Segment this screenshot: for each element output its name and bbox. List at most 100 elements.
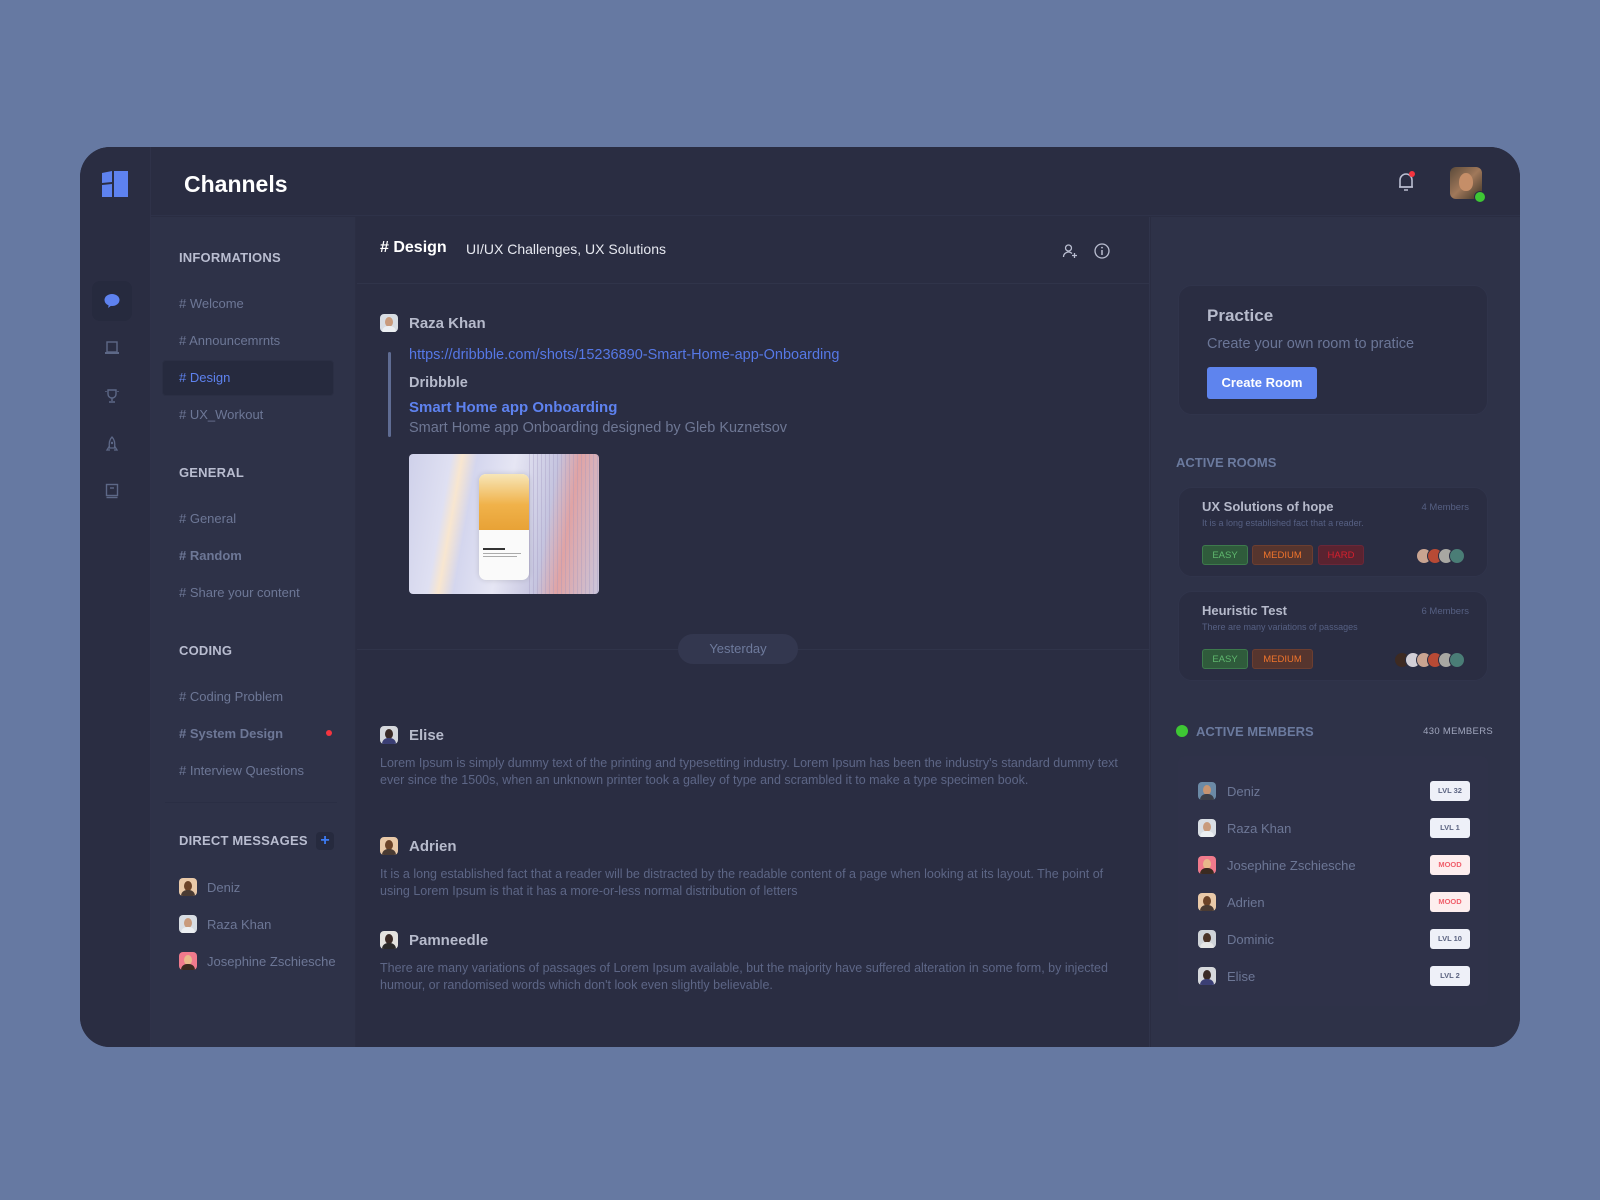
message-author: Pamneedle	[380, 931, 488, 949]
channel-list: INFORMATIONS # Welcome # Announcemrnts #…	[151, 217, 356, 1047]
channel-interview-questions[interactable]: # Interview Questions	[179, 763, 304, 778]
trophy-icon	[105, 389, 119, 403]
room-description: It is a long established fact that a rea…	[1202, 518, 1364, 528]
channel-share-your-content[interactable]: # Share your content	[179, 585, 300, 600]
message-link[interactable]: https://dribbble.com/shots/15236890-Smar…	[409, 347, 839, 363]
author-name: Adrien	[409, 837, 457, 855]
user-avatar[interactable]	[1450, 167, 1486, 203]
tag-hard: HARD	[1318, 545, 1364, 565]
channel-welcome[interactable]: # Welcome	[179, 296, 244, 311]
tag-medium: MEDIUM	[1252, 649, 1313, 669]
notifications-button[interactable]	[1396, 171, 1416, 193]
room-member-count: 4 Members	[1421, 502, 1469, 513]
channel-design[interactable]: # Design	[179, 370, 230, 385]
section-title-informations: INFORMATIONS	[179, 250, 281, 265]
active-members-list: Deniz LVL 32 Raza Khan LVL 1 Josephine Z…	[1178, 756, 1488, 1006]
channel-coding-problem[interactable]: # Coding Problem	[179, 689, 283, 704]
channel-name: # Design	[380, 239, 447, 256]
member-mood-badge: MOOD	[1430, 892, 1470, 912]
room-card[interactable]: Heuristic Test There are many variations…	[1178, 591, 1488, 681]
add-direct-message-button[interactable]: +	[316, 832, 334, 850]
message-author: Adrien	[380, 837, 457, 855]
member-row[interactable]: Elise LVL 2	[1198, 966, 1470, 986]
dm-josephine-zschiesche[interactable]: Josephine Zschiesche	[179, 952, 336, 970]
avatar-face	[1459, 173, 1473, 191]
embed-site-name: Dribbble	[409, 375, 468, 391]
chat-panel: # Design UI/UX Challenges, UX Solutions …	[357, 217, 1150, 1047]
channel-info-button[interactable]	[1094, 243, 1110, 259]
author-name: Pamneedle	[409, 931, 489, 949]
online-status-indicator	[1474, 191, 1486, 203]
avatar	[380, 931, 398, 949]
create-room-button[interactable]: Create Room	[1207, 367, 1317, 399]
member-row[interactable]: Dominic LVL 10	[1198, 929, 1470, 949]
rail-chat-button[interactable]	[92, 281, 132, 321]
divider	[165, 802, 337, 803]
add-member-button[interactable]	[1062, 243, 1078, 259]
info-icon	[1094, 243, 1110, 259]
member-avatar	[1449, 652, 1465, 668]
rail-laptop-button[interactable]	[92, 328, 132, 368]
image-stripes	[529, 454, 599, 594]
image-phone-mockup	[479, 474, 529, 580]
right-panel: Practice Create your own room to pratice…	[1151, 217, 1520, 1047]
member-name: Deniz	[1227, 783, 1261, 799]
member-row[interactable]: Deniz LVL 32	[1198, 781, 1470, 801]
active-members-title: ACTIVE MEMBERS	[1196, 724, 1314, 739]
avatar	[179, 952, 197, 970]
channel-header: # Design UI/UX Challenges, UX Solutions	[357, 217, 1149, 284]
channel-ux-workout[interactable]: # UX_Workout	[179, 407, 263, 422]
chat-bubble-icon	[104, 294, 120, 308]
dm-name: Raza Khan	[207, 916, 272, 932]
avatar	[1198, 930, 1216, 948]
author-name: Raza Khan	[409, 314, 486, 332]
member-row[interactable]: Josephine Zschiesche MOOD	[1198, 855, 1470, 875]
channel-announcements[interactable]: # Announcemrnts	[179, 333, 280, 348]
page-title: Channels	[184, 171, 288, 197]
embed-title-link[interactable]: Smart Home app Onboarding	[409, 399, 617, 416]
dm-raza-khan[interactable]: Raza Khan	[179, 915, 271, 933]
book-icon	[105, 483, 119, 499]
logo-icon	[102, 171, 128, 197]
member-row[interactable]: Adrien MOOD	[1198, 892, 1470, 912]
rail-trophy-button[interactable]	[92, 376, 132, 416]
channel-system-design[interactable]: # System Design	[179, 726, 283, 741]
channel-general[interactable]: # General	[179, 511, 236, 526]
active-rooms-title: ACTIVE ROOMS	[1176, 455, 1277, 470]
embed-description: Smart Home app Onboarding designed by Gl…	[409, 420, 788, 436]
practice-title: Practice	[1207, 306, 1274, 325]
dm-name: Josephine Zschiesche	[207, 953, 336, 969]
dm-deniz[interactable]: Deniz	[179, 878, 240, 896]
message-text: Lorem Ipsum is simply dummy text of the …	[380, 756, 1118, 787]
room-member-avatars	[1394, 652, 1465, 668]
member-name: Josephine Zschiesche	[1227, 857, 1356, 873]
member-level-badge: LVL 2	[1430, 966, 1470, 986]
author-name: Elise	[409, 726, 445, 744]
unread-dot	[326, 730, 332, 736]
online-indicator	[1176, 725, 1188, 737]
notification-dot	[1409, 171, 1415, 177]
channel-random[interactable]: # Random	[179, 548, 242, 563]
room-member-count: 6 Members	[1421, 606, 1469, 617]
embed-image[interactable]	[409, 454, 599, 594]
laptop-icon	[105, 341, 119, 354]
active-members-count: 430 MEMBERS	[1423, 726, 1493, 737]
tag-medium: MEDIUM	[1252, 545, 1313, 565]
section-title-general: GENERAL	[179, 465, 244, 480]
rail-rocket-button[interactable]	[92, 424, 132, 464]
room-card[interactable]: UX Solutions of hope It is a long establ…	[1178, 487, 1488, 577]
member-row[interactable]: Raza Khan LVL 1	[1198, 818, 1470, 838]
avatar	[380, 726, 398, 744]
date-separator: Yesterday	[678, 634, 798, 664]
room-title: Heuristic Test	[1202, 603, 1288, 618]
embed-accent-bar	[388, 352, 391, 437]
room-title: UX Solutions of hope	[1202, 499, 1334, 514]
section-title-direct-messages: DIRECT MESSAGES	[179, 833, 308, 848]
section-title-coding: CODING	[179, 643, 233, 658]
rail-book-button[interactable]	[92, 471, 132, 511]
tag-easy: EASY	[1202, 649, 1248, 669]
member-name: Raza Khan	[1227, 820, 1292, 836]
message-author: Raza Khan	[380, 314, 486, 332]
avatar	[380, 314, 398, 332]
avatar	[380, 837, 398, 855]
